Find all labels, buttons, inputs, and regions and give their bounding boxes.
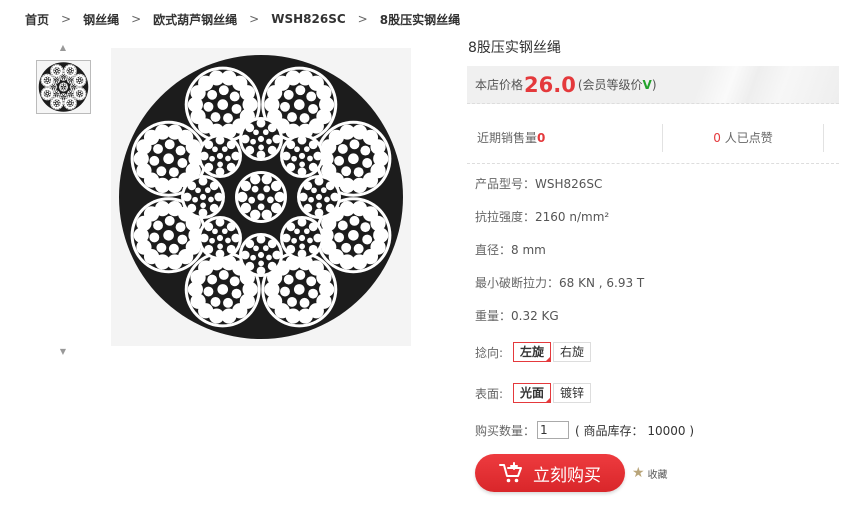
likes-count: 0	[713, 131, 721, 145]
member-price-note-suffix: )	[651, 78, 657, 92]
stock-info: ( 商品库存： 10000 )	[575, 423, 694, 438]
spec-label: 直径：	[475, 243, 512, 257]
breadcrumb-separator: >	[131, 12, 142, 26]
member-price-note: (会员等级价V)	[578, 76, 657, 93]
quantity-row: 购买数量： ( 商品库存： 10000 )	[475, 421, 694, 439]
buy-now-button[interactable]: 立刻购买	[475, 454, 625, 492]
product-main-image	[111, 48, 411, 346]
price-value: 26.0	[524, 72, 576, 97]
breadcrumb-separator: >	[249, 12, 260, 26]
spec-breaking-force: 最小破断拉力：68 KN , 6.93 T	[475, 274, 644, 291]
spec-value: WSH826SC	[535, 177, 603, 191]
product-page: 首页 > 钢丝绳 > 欧式葫芦钢丝绳 > WSH826SC > 8股压实钢丝绳 …	[0, 0, 866, 512]
recent-sales-count: 0	[537, 131, 546, 145]
breadcrumb-separator: >	[357, 12, 368, 26]
spec-label: 重量：	[475, 309, 512, 323]
arrow-up-icon[interactable]: ▲	[58, 44, 68, 52]
lay-direction-row: 捻向: 左旋 右旋	[475, 342, 593, 362]
thumbnail-image[interactable]	[36, 60, 91, 114]
member-price-note-prefix: (会员等级价	[577, 78, 643, 92]
spec-label: 最小破断拉力：	[475, 276, 560, 290]
likes: 0 人已点赞	[663, 129, 823, 146]
likes-label: 人已点赞	[724, 131, 773, 145]
rope-cross-section-thumb	[37, 61, 90, 113]
breadcrumb-separator: >	[61, 12, 72, 26]
cart-icon	[499, 462, 522, 483]
vip-badge: V	[642, 78, 652, 92]
star-icon: ★	[632, 465, 645, 481]
spec-value: 8 mm	[511, 243, 546, 257]
spec-diameter: 直径：8 mm	[475, 241, 546, 258]
spec-model: 产品型号：WSH826SC	[475, 175, 602, 192]
option-left-lay[interactable]: 左旋	[513, 342, 552, 362]
price-box: 本店价格 26.0 (会员等级价V)	[467, 66, 839, 104]
buy-now-label: 立刻购买	[533, 465, 601, 486]
price-label: 本店价格	[475, 78, 524, 92]
rope-cross-section-image	[111, 48, 411, 346]
option-galvanized[interactable]: 镀锌	[553, 383, 592, 403]
favorite-button[interactable]: ★ 收藏	[632, 465, 668, 481]
spec-value: 2160 n/mm²	[535, 210, 610, 224]
recent-sales-label: 近期销售量	[477, 131, 538, 145]
spec-weight: 重量：0.32 KG	[475, 307, 559, 324]
lay-direction-label: 捻向:	[475, 345, 504, 360]
breadcrumb-home[interactable]: 首页	[25, 11, 49, 28]
spec-value: 68 KN , 6.93 T	[559, 276, 645, 290]
spec-label: 抗拉强度：	[475, 210, 536, 224]
stats-divider	[823, 123, 824, 152]
spec-value: 0.32 KG	[511, 309, 559, 323]
breadcrumb-current[interactable]: 8股压实钢丝绳	[380, 11, 460, 28]
arrow-down-icon[interactable]: ▼	[58, 348, 68, 356]
favorite-label: 收藏	[647, 469, 668, 481]
quantity-label: 购买数量：	[475, 423, 536, 438]
option-right-lay[interactable]: 右旋	[553, 342, 592, 362]
spec-label: 产品型号：	[475, 177, 536, 191]
spec-tensile-strength: 抗拉强度：2160 n/mm²	[475, 208, 609, 225]
surface-row: 表面: 光面 镀锌	[475, 383, 593, 403]
quantity-input[interactable]	[537, 421, 570, 439]
breadcrumb-wire-rope[interactable]: 钢丝绳	[83, 11, 119, 28]
breadcrumb: 首页 > 钢丝绳 > 欧式葫芦钢丝绳 > WSH826SC > 8股压实钢丝绳	[25, 10, 460, 28]
breadcrumb-model[interactable]: WSH826SC	[271, 12, 345, 26]
option-bright[interactable]: 光面	[513, 383, 552, 403]
sales-stats: 近期销售量0 0 人已点赞	[467, 112, 839, 164]
breadcrumb-hoist-rope[interactable]: 欧式葫芦钢丝绳	[153, 11, 237, 28]
surface-label: 表面:	[475, 386, 504, 401]
product-title: 8股压实钢丝绳	[468, 40, 561, 56]
recent-sales: 近期销售量0	[467, 129, 662, 146]
